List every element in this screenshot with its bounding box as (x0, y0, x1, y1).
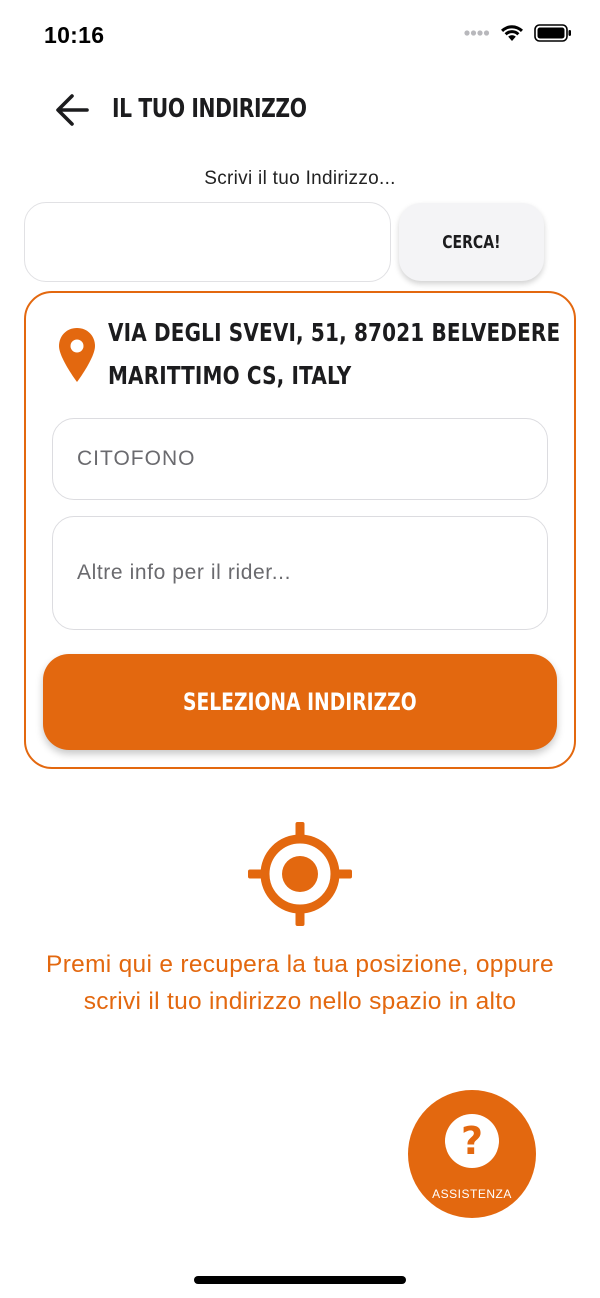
address-card: VIA DEGLI SVEVI, 51, 87021 BELVEDERE MAR… (24, 291, 576, 769)
crosshair-location-icon (248, 822, 352, 926)
header: IL TUO INDIRIZZO (0, 80, 600, 140)
selected-address: VIA DEGLI SVEVI, 51, 87021 BELVEDERE MAR… (108, 311, 561, 397)
rider-notes-field[interactable] (52, 516, 548, 630)
wifi-icon (501, 25, 523, 41)
select-address-button[interactable]: SELEZIONA INDIRIZZO (43, 654, 557, 750)
arrow-left-icon (56, 94, 89, 126)
assistance-button[interactable]: ? ASSISTENZA (408, 1090, 536, 1218)
status-time: 10:16 (44, 22, 105, 48)
address-line-1: VIA DEGLI SVEVI, 51, 87021 BELVEDERE (108, 318, 561, 347)
address-line-2: MARITTIMO CS, ITALY (108, 361, 352, 390)
address-search-input[interactable] (24, 202, 391, 282)
assistance-label: ASSISTENZA (432, 1187, 512, 1201)
home-indicator (194, 1276, 406, 1284)
back-button[interactable] (50, 90, 94, 130)
map-pin-icon (59, 328, 95, 382)
page-title: IL TUO INDIRIZZO (112, 94, 307, 124)
status-icons (464, 24, 572, 42)
locate-position-button[interactable] (246, 820, 354, 928)
search-caption: Scrivi il tuo Indirizzo... (204, 168, 396, 189)
question-mark-icon: ? (445, 1114, 499, 1168)
intercom-field[interactable] (52, 418, 548, 500)
battery-icon (534, 24, 571, 42)
signal-icon (464, 30, 490, 36)
search-button-label: CERCA! (442, 231, 501, 253)
locate-instructions: Premi qui e recupera la tua posizione, o… (46, 951, 554, 1015)
status-bar: 10:16 (0, 0, 600, 76)
search-button[interactable]: CERCA! (399, 203, 544, 281)
select-address-label: SELEZIONA INDIRIZZO (183, 688, 417, 716)
